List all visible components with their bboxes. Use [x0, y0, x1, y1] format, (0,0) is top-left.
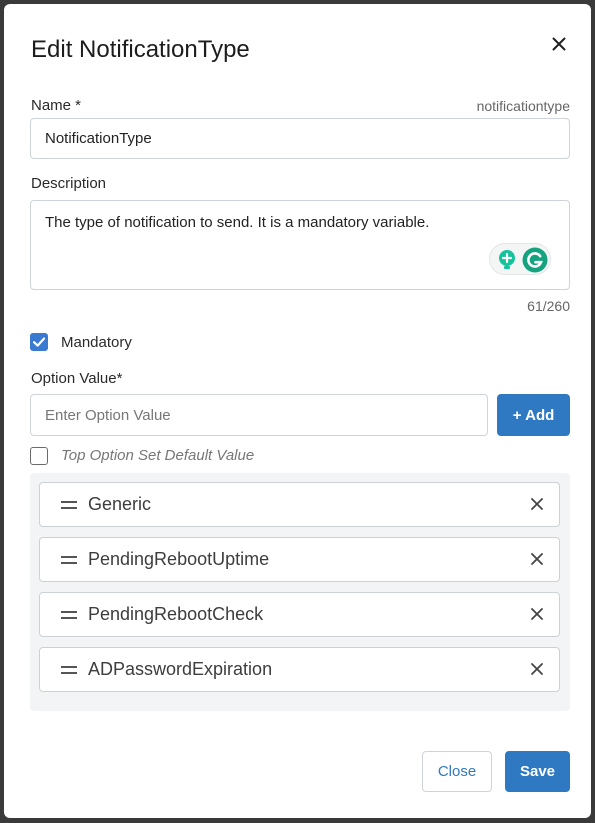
option-label: PendingRebootCheck: [88, 604, 264, 624]
option-item[interactable]: Generic: [39, 482, 560, 527]
options-list: Generic PendingRebootUptime PendingReboo…: [30, 473, 570, 711]
option-label: Generic: [88, 494, 152, 514]
edit-dialog: Edit NotificationType Name * notificatio…: [4, 4, 591, 818]
grammarly-bulb-icon[interactable]: [497, 249, 517, 276]
dialog-title: Edit NotificationType: [31, 36, 250, 63]
option-value-input[interactable]: [30, 394, 488, 436]
remove-option-icon[interactable]: [529, 496, 545, 512]
drag-handle-icon[interactable]: [61, 608, 77, 622]
mandatory-checkbox[interactable]: [30, 333, 48, 351]
option-label: ADPasswordExpiration: [88, 659, 273, 679]
drag-handle-icon[interactable]: [61, 663, 77, 677]
option-value-label: Option Value*: [31, 370, 123, 387]
drag-handle-icon[interactable]: [61, 498, 77, 512]
name-label: Name *: [31, 97, 82, 114]
option-item[interactable]: ADPasswordExpiration: [39, 647, 560, 692]
top-default-label: Top Option Set Default Value: [61, 447, 255, 464]
top-default-checkbox[interactable]: [30, 447, 48, 465]
remove-option-icon[interactable]: [529, 551, 545, 567]
close-button[interactable]: Close: [422, 751, 492, 792]
grammarly-widget[interactable]: [489, 243, 551, 275]
option-item[interactable]: PendingRebootUptime: [39, 537, 560, 582]
description-text: The type of notification to send. It is …: [45, 214, 430, 231]
remove-option-icon[interactable]: [529, 606, 545, 622]
mandatory-label: Mandatory: [61, 334, 132, 351]
name-slug: notificationtype: [476, 98, 570, 114]
option-item[interactable]: PendingRebootCheck: [39, 592, 560, 637]
option-label: PendingRebootUptime: [88, 549, 270, 569]
description-textarea[interactable]: The type of notification to send. It is …: [30, 200, 570, 290]
remove-option-icon[interactable]: [529, 661, 545, 677]
name-input[interactable]: [30, 118, 570, 159]
drag-handle-icon[interactable]: [61, 553, 77, 567]
close-icon[interactable]: [549, 34, 569, 54]
description-label: Description: [31, 175, 107, 192]
description-counter: 61/260: [527, 298, 570, 314]
grammarly-icon[interactable]: [522, 247, 548, 278]
save-button[interactable]: Save: [505, 751, 570, 792]
add-option-button[interactable]: + Add: [497, 394, 570, 436]
